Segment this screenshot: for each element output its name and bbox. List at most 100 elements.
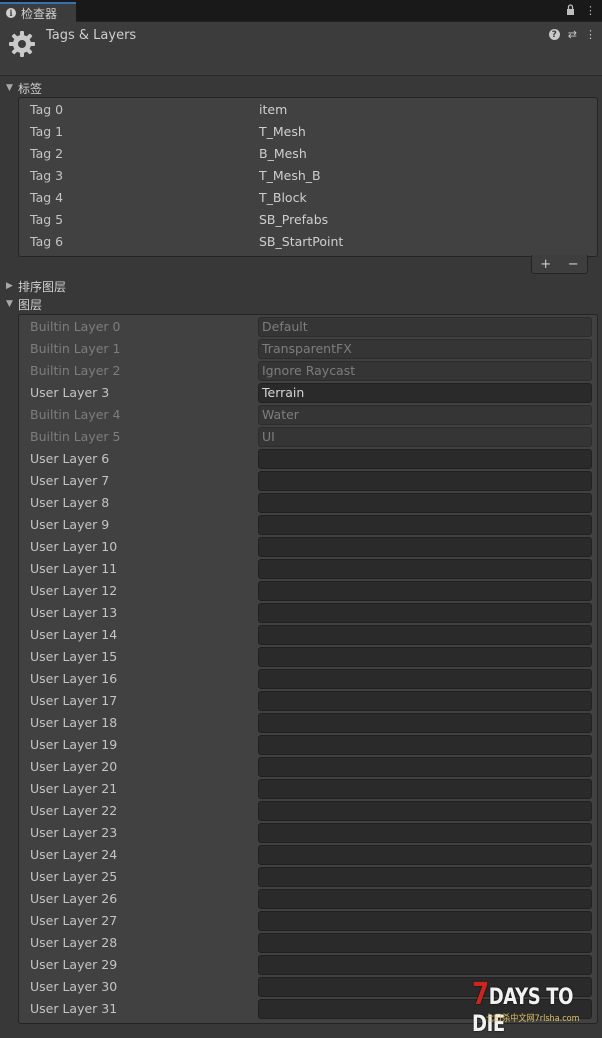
layer-row: User Layer 14 (19, 624, 597, 646)
help-icon[interactable]: ? (548, 29, 560, 40)
layer-label: Builtin Layer 0 (30, 319, 121, 334)
layer-label: User Layer 12 (30, 583, 118, 598)
layer-name-field[interactable] (258, 625, 592, 645)
watermark-title: 7DAYS TO DIE (472, 977, 574, 1037)
tab-inspector[interactable]: i 检查器 (0, 2, 76, 22)
watermark-subtitle: 七日杀中文网7rlsha.com (486, 1014, 580, 1024)
tag-value: item (259, 102, 288, 117)
layer-name-field[interactable] (258, 559, 592, 579)
expanded-triangle-icon: ▼ (6, 83, 13, 93)
layer-name-field: UI (258, 427, 592, 447)
tag-value: SB_Prefabs (259, 212, 329, 227)
layer-name-field[interactable] (258, 713, 592, 733)
layer-label: User Layer 19 (30, 737, 118, 752)
tags-title: 标签 (18, 81, 43, 96)
layer-label: Builtin Layer 5 (30, 429, 121, 444)
layer-label: User Layer 27 (30, 913, 118, 928)
layer-name-field[interactable] (258, 537, 592, 557)
layer-row: Builtin Layer 2 Ignore Raycast (19, 360, 597, 382)
layer-row: User Layer 11 (19, 558, 597, 580)
layer-row: Builtin Layer 4 Water (19, 404, 597, 426)
layer-name-field[interactable]: Terrain (258, 383, 592, 403)
layer-name-field[interactable] (258, 449, 592, 469)
layer-label: User Layer 15 (30, 649, 118, 664)
layer-name-field: Default (258, 317, 592, 337)
layer-label: User Layer 13 (30, 605, 118, 620)
lock-icon[interactable] (566, 4, 575, 18)
layer-name-field[interactable] (258, 955, 592, 975)
layer-row: User Layer 21 (19, 778, 597, 800)
layer-name-field[interactable] (258, 647, 592, 667)
layer-label: User Layer 14 (30, 627, 118, 642)
layer-name-field[interactable] (258, 801, 592, 821)
layer-row: User Layer 8 (19, 492, 597, 514)
layer-label: User Layer 25 (30, 869, 118, 884)
layer-name-field[interactable] (258, 669, 592, 689)
layer-row: User Layer 26 (19, 888, 597, 910)
layers-foldout[interactable]: ▼ 图层 (6, 295, 42, 313)
layer-label: Builtin Layer 2 (30, 363, 121, 378)
layer-row: User Layer 22 (19, 800, 597, 822)
layer-row: User Layer 20 (19, 756, 597, 778)
layer-name-field[interactable] (258, 779, 592, 799)
kebab-menu-icon[interactable]: ⋮ (585, 28, 596, 41)
layer-label: User Layer 17 (30, 693, 118, 708)
layer-row: User Layer 10 (19, 536, 597, 558)
layer-label: User Layer 7 (30, 473, 110, 488)
layer-name-field[interactable] (258, 691, 592, 711)
tag-value: T_Block (259, 190, 307, 205)
tag-row[interactable]: Tag 4 T_Block (19, 187, 597, 209)
tag-row[interactable]: Tag 0 item (19, 99, 597, 121)
layer-label: User Layer 9 (30, 517, 110, 532)
tag-label: Tag 2 (30, 146, 64, 161)
layer-name-field[interactable] (258, 889, 592, 909)
layer-name-field[interactable] (258, 867, 592, 887)
layer-name-field[interactable] (258, 493, 592, 513)
layer-label: User Layer 3 (30, 385, 110, 400)
tag-row[interactable]: Tag 6 SB_StartPoint (19, 231, 597, 253)
layer-name-field[interactable] (258, 515, 592, 535)
tag-label: Tag 1 (30, 124, 64, 139)
collapsed-triangle-icon: ▶ (6, 281, 13, 291)
tag-row[interactable]: Tag 5 SB_Prefabs (19, 209, 597, 231)
layer-label: User Layer 22 (30, 803, 118, 818)
preset-icon[interactable]: ⇄ (568, 28, 577, 41)
layer-label: User Layer 10 (30, 539, 118, 554)
tags-foldout[interactable]: ▼ 标签 (6, 79, 42, 97)
layer-name-field: Ignore Raycast (258, 361, 592, 381)
layer-row: User Layer 24 (19, 844, 597, 866)
tag-label: Tag 3 (30, 168, 64, 183)
layer-name-field[interactable] (258, 911, 592, 931)
layer-row: User Layer 7 (19, 470, 597, 492)
layer-row: User Layer 18 (19, 712, 597, 734)
add-tag-button[interactable]: + (540, 257, 551, 272)
layer-row: User Layer 3 Terrain (19, 382, 597, 404)
kebab-menu-icon[interactable]: ⋮ (585, 4, 596, 18)
layer-name-field[interactable] (258, 471, 592, 491)
layer-name-field[interactable] (258, 933, 592, 953)
sorting-layers-foldout[interactable]: ▶ 排序图层 (6, 277, 66, 295)
layer-row: User Layer 29 (19, 954, 597, 976)
layer-row: User Layer 17 (19, 690, 597, 712)
layer-name-field[interactable] (258, 581, 592, 601)
layer-name-field[interactable] (258, 603, 592, 623)
gear-icon (9, 31, 35, 57)
remove-tag-button[interactable]: − (568, 257, 579, 272)
layer-row: User Layer 13 (19, 602, 597, 624)
tag-value: T_Mesh_B (259, 168, 321, 183)
layer-name-field[interactable] (258, 735, 592, 755)
layer-row: User Layer 9 (19, 514, 597, 536)
layer-name-field[interactable] (258, 845, 592, 865)
layer-label: Builtin Layer 4 (30, 407, 121, 422)
layer-row: User Layer 15 (19, 646, 597, 668)
tag-row[interactable]: Tag 1 T_Mesh (19, 121, 597, 143)
layer-name-field: Water (258, 405, 592, 425)
tag-row[interactable]: Tag 2 B_Mesh (19, 143, 597, 165)
tag-row[interactable]: Tag 3 T_Mesh_B (19, 165, 597, 187)
header-title: Tags & Layers (46, 28, 137, 43)
layer-name-field[interactable] (258, 823, 592, 843)
layer-name-field: TransparentFX (258, 339, 592, 359)
layer-name-field[interactable] (258, 757, 592, 777)
tag-value: SB_StartPoint (259, 234, 344, 249)
layer-row: User Layer 12 (19, 580, 597, 602)
